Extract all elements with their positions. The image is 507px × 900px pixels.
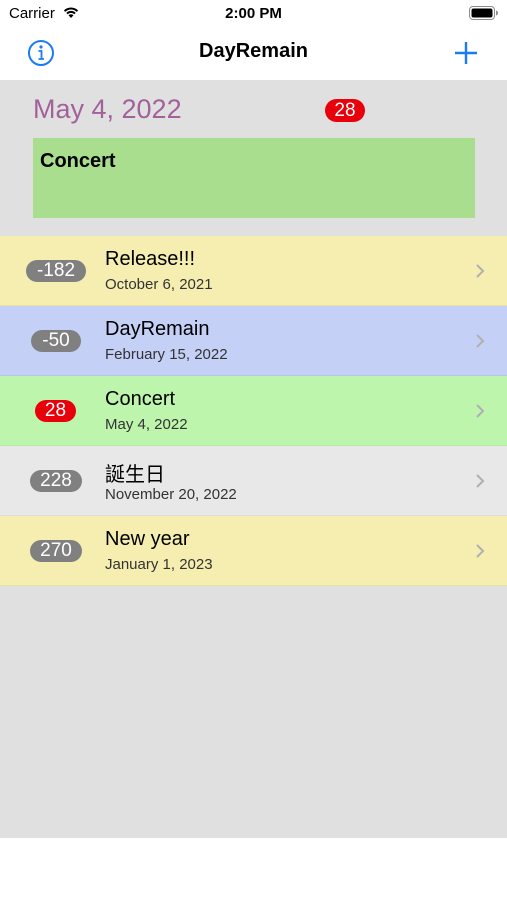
event-date: January 1, 2023 [105, 556, 213, 573]
days-badge: 28 [35, 400, 76, 422]
days-badge: -182 [26, 260, 86, 282]
chevron-right-icon [476, 544, 485, 558]
days-badge: -50 [31, 330, 81, 352]
selected-event-title: Concert [40, 150, 116, 172]
navigation-bar: DayRemain [0, 28, 507, 80]
event-title: Release!!! [105, 248, 196, 270]
event-date: May 4, 2022 [105, 416, 188, 433]
status-time: 2:00 PM [225, 5, 282, 22]
event-title: 誕生日 [105, 464, 165, 486]
chevron-right-icon [476, 404, 485, 418]
list-item[interactable]: -182 Release!!! October 6, 2021 [0, 236, 507, 306]
event-list: -182 Release!!! October 6, 2021 -50 DayR… [0, 236, 507, 586]
list-item[interactable]: 228 誕生日 November 20, 2022 [0, 446, 507, 516]
event-date: February 15, 2022 [105, 346, 228, 363]
list-item[interactable]: 28 Concert May 4, 2022 [0, 376, 507, 446]
event-title: DayRemain [105, 318, 210, 340]
event-date: November 20, 2022 [105, 486, 237, 503]
status-bar: Carrier 2:00 PM [0, 0, 507, 28]
selected-event-date: May 4, 2022 [33, 94, 182, 124]
event-date: October 6, 2021 [105, 276, 213, 293]
event-title: New year [105, 528, 190, 550]
chevron-right-icon [476, 334, 485, 348]
days-badge: 270 [30, 540, 82, 562]
content-area: May 4, 2022 28 Concert -182 Release!!! O… [0, 80, 507, 838]
days-badge: 228 [30, 470, 82, 492]
event-title: Concert [105, 388, 176, 410]
list-item[interactable]: 270 New year January 1, 2023 [0, 516, 507, 586]
selected-event-card: Concert [33, 138, 475, 218]
battery-icon [469, 6, 498, 20]
page-title: DayRemain [199, 40, 308, 62]
chevron-right-icon [476, 264, 485, 278]
chevron-right-icon [476, 474, 485, 488]
list-item[interactable]: -50 DayRemain February 15, 2022 [0, 306, 507, 376]
plus-icon[interactable] [451, 38, 481, 68]
selected-days-badge: 28 [325, 99, 365, 122]
